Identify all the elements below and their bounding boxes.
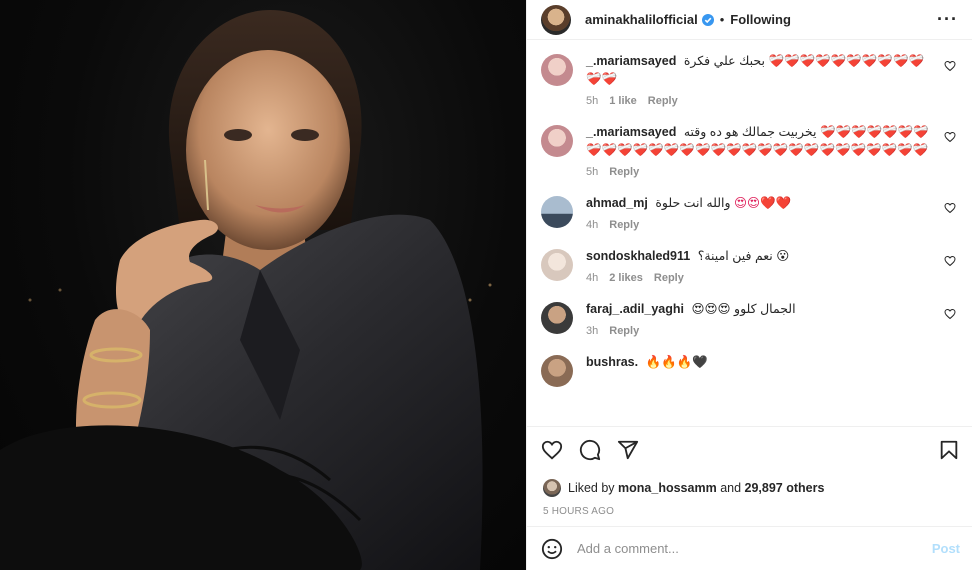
comment-time: 5h — [586, 166, 599, 178]
comment-time: 4h — [586, 272, 599, 284]
post-details-panel: aminakhalilofficial • Following ··· _.ma… — [526, 0, 972, 570]
comment-text: نعم فين امينة؟ — [697, 249, 773, 263]
author-avatar[interactable] — [541, 4, 571, 35]
post-header: aminakhalilofficial • Following ··· — [527, 0, 972, 40]
comment-likes-count[interactable]: 1 like — [609, 95, 637, 107]
post-comment-button[interactable]: Post — [932, 541, 960, 556]
likes-summary: Liked by mona_hossamm and 29,897 others — [527, 472, 972, 500]
comment-text: بحبك علي فكرة — [683, 54, 765, 68]
following-button[interactable]: Following — [730, 12, 791, 27]
comment-like-heart-icon[interactable] — [944, 60, 956, 72]
comment-item: _.mariamsayed بحبك علي فكرة ❤️‍🩹❤️‍🩹❤️‍🩹… — [541, 52, 956, 107]
commenter-avatar[interactable] — [541, 302, 573, 334]
comment-text: يخربيت جمالك هو ده وقته — [683, 125, 817, 139]
reply-button[interactable]: Reply — [609, 325, 639, 337]
comment-time: 5h — [586, 95, 599, 107]
commenter-avatar[interactable] — [541, 125, 573, 157]
more-horizontal-icon[interactable]: ··· — [937, 9, 958, 30]
commenter-avatar[interactable] — [541, 249, 573, 281]
comment-like-heart-icon[interactable] — [944, 131, 956, 143]
comment-time: 3h — [586, 325, 599, 337]
author-username[interactable]: aminakhalilofficial — [585, 12, 698, 27]
comment-username[interactable]: sondoskhaled911 — [586, 249, 690, 263]
comment-time: 4h — [586, 219, 599, 231]
reply-button[interactable]: Reply — [648, 95, 678, 107]
post-photo[interactable] — [0, 0, 526, 570]
comment-likes-count[interactable]: 2 likes — [609, 272, 643, 284]
post-dialog: aminakhalilofficial • Following ··· _.ma… — [0, 0, 972, 570]
reply-button[interactable]: Reply — [609, 219, 639, 231]
post-actions-bar — [527, 426, 972, 472]
likes-and: and — [720, 481, 742, 495]
comments-list[interactable]: _.mariamsayed بحبك علي فكرة ❤️‍🩹❤️‍🩹❤️‍🩹… — [527, 40, 972, 426]
reply-button[interactable]: Reply — [654, 272, 684, 284]
commenter-avatar[interactable] — [541, 196, 573, 228]
portrait-image — [0, 10, 492, 570]
add-comment-input[interactable] — [577, 541, 932, 556]
add-comment-bar: Post — [527, 526, 972, 570]
comment-username[interactable]: ahmad_mj — [586, 196, 648, 210]
comment-like-heart-icon[interactable] — [944, 202, 956, 214]
comment-item: _.mariamsayed يخربيت جمالك هو ده وقته ❤️… — [541, 123, 956, 178]
comment-emojis: 😍😍❤️❤️ — [734, 196, 792, 210]
bookmark-icon[interactable] — [938, 439, 960, 461]
commenter-avatar[interactable] — [541, 355, 573, 387]
verified-badge-icon — [701, 13, 714, 26]
share-icon[interactable] — [617, 439, 639, 461]
likes-others-link[interactable]: 29,897 others — [745, 481, 825, 495]
likes-prefix: Liked by — [568, 481, 615, 495]
comment-emojis: 😮 — [776, 249, 790, 263]
comment-emojis: 😍😍😍 — [691, 302, 731, 316]
comment-item: bushras. 🔥🔥🔥🖤 — [541, 353, 956, 387]
reply-button[interactable]: Reply — [609, 166, 639, 178]
smiley-icon[interactable] — [541, 538, 563, 560]
comment-item: ahmad_mj والله انت حلوة 😍😍❤️❤️ 4h Reply — [541, 194, 956, 231]
comment-item: sondoskhaled911 نعم فين امينة؟ 😮 4h 2 li… — [541, 247, 956, 284]
comment-item: faraj_.adil_yaghi 😍😍😍 الجمال كلوو 3h Rep… — [541, 300, 956, 337]
comment-username[interactable]: bushras. — [586, 355, 638, 369]
comment-text: والله انت حلوة — [655, 196, 731, 210]
comment-username[interactable]: _.mariamsayed — [586, 125, 676, 139]
commenter-avatar[interactable] — [541, 54, 573, 86]
comment-emojis: 🔥🔥🔥🖤 — [645, 355, 708, 369]
heart-icon[interactable] — [541, 439, 563, 461]
comment-like-heart-icon[interactable] — [944, 255, 956, 267]
comment-text: الجمال كلوو — [734, 302, 796, 316]
comment-icon[interactable] — [579, 439, 601, 461]
comment-username[interactable]: faraj_.adil_yaghi — [586, 302, 684, 316]
liker-avatar[interactable] — [543, 479, 561, 497]
comment-username[interactable]: _.mariamsayed — [586, 54, 676, 68]
header-separator: • — [719, 12, 725, 27]
post-timestamp[interactable]: 5 HOURS AGO — [527, 500, 972, 526]
comment-like-heart-icon[interactable] — [944, 308, 956, 320]
liker-username[interactable]: mona_hossamm — [618, 481, 717, 495]
